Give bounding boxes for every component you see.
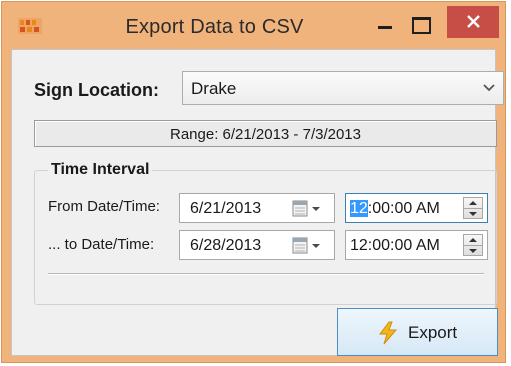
to-time-value: 12:00:00 AM — [350, 237, 440, 254]
from-calendar-button[interactable] — [292, 200, 326, 218]
to-date-value: 6/28/2013 — [190, 237, 262, 254]
separator — [48, 273, 484, 275]
dialog-body: Sign Location: Drake Range: 6/21/2013 - … — [11, 49, 504, 356]
from-datetime-label: From Date/Time: — [48, 198, 160, 215]
to-datetime-label: ... to Date/Time: — [48, 236, 155, 253]
time-interval-title: Time Interval — [48, 161, 153, 179]
close-button[interactable] — [447, 6, 499, 38]
to-time-spinner[interactable] — [463, 234, 483, 256]
from-time-spinner[interactable] — [463, 197, 483, 219]
sign-location-value: Drake — [191, 79, 237, 98]
spin-down-icon[interactable] — [469, 249, 477, 253]
spin-up-icon[interactable] — [469, 201, 477, 205]
calendar-icon — [292, 237, 320, 254]
range-text: Range: 6/21/2013 - 7/3/2013 — [170, 126, 361, 143]
range-display: Range: 6/21/2013 - 7/3/2013 — [34, 120, 497, 147]
from-time-field[interactable]: 12:00:00 AM — [345, 193, 488, 223]
to-date-picker[interactable]: 6/28/2013 — [179, 230, 335, 260]
spin-down-icon[interactable] — [469, 212, 477, 216]
sign-location-dropdown[interactable]: Drake — [182, 71, 504, 105]
sign-location-label: Sign Location: — [34, 80, 159, 100]
spin-up-icon[interactable] — [469, 238, 477, 242]
calendar-icon — [292, 200, 320, 217]
from-time-hour-selected: 12 — [350, 200, 368, 217]
maximize-button[interactable] — [406, 12, 434, 38]
chevron-down-icon — [483, 84, 495, 92]
from-date-value: 6/21/2013 — [190, 200, 262, 217]
minimize-button[interactable] — [370, 12, 398, 38]
export-dialog-window: Export Data to CSV Sign Location: Drake … — [1, 1, 506, 363]
to-time-field[interactable]: 12:00:00 AM — [345, 230, 488, 260]
from-date-picker[interactable]: 6/21/2013 — [179, 193, 335, 223]
export-button[interactable]: Export — [337, 308, 498, 356]
export-button-label: Export — [408, 323, 458, 342]
title-bar[interactable]: Export Data to CSV — [2, 2, 505, 48]
to-calendar-button[interactable] — [292, 237, 326, 255]
from-time-rest: :00:00 AM — [367, 200, 440, 217]
window-title: Export Data to CSV — [125, 16, 304, 38]
from-time-value: 12:00:00 AM — [350, 200, 440, 218]
lightning-bolt-icon — [379, 321, 398, 345]
close-icon — [467, 15, 480, 28]
